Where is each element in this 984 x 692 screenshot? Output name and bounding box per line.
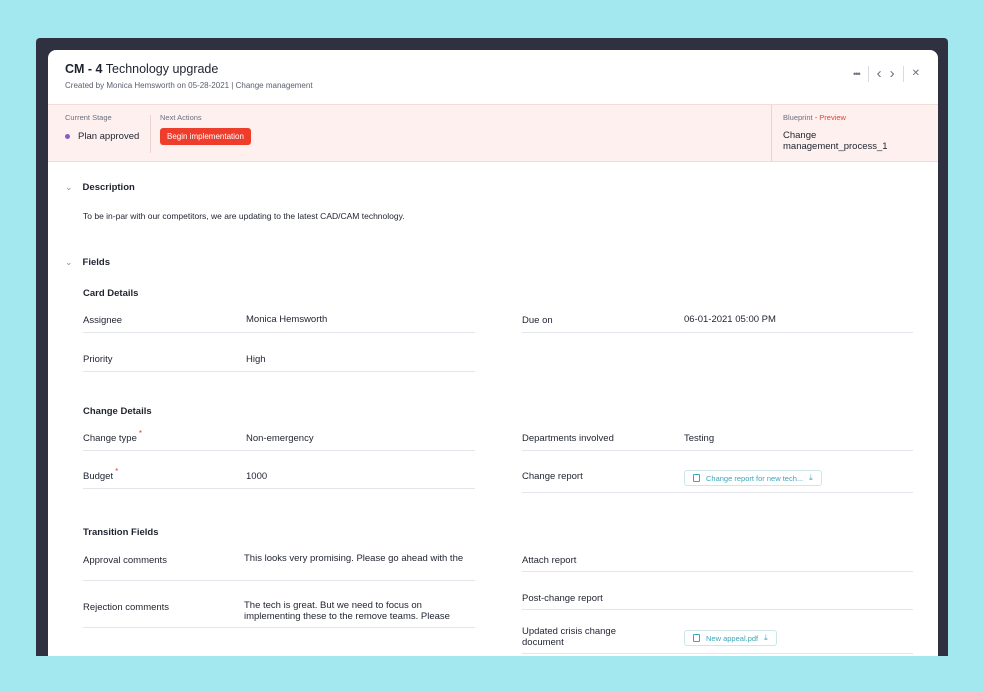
next-card-icon[interactable]: ›	[890, 66, 895, 81]
change-type-label: Change type *	[83, 429, 142, 444]
assignee-label: Assignee	[83, 315, 123, 326]
transition-fields-heading: Transition Fields	[83, 527, 159, 538]
field-underline	[522, 609, 913, 610]
field-underline	[83, 627, 475, 628]
departments-involved-label: Departments involved	[522, 433, 614, 444]
chevron-down-icon[interactable]: ⌄	[65, 257, 73, 268]
change-details-heading: Change Details	[83, 406, 152, 417]
description-heading: Description	[82, 182, 135, 193]
required-mark: *	[115, 467, 119, 476]
current-stage-text: Plan approved	[78, 131, 140, 142]
assignee-value[interactable]: Monica Hemsworth	[246, 314, 327, 325]
current-stage-label: Current Stage	[65, 113, 112, 122]
blueprint-label: Blueprint - Preview	[783, 113, 923, 122]
card-title: CM - 4 Technology upgrade	[65, 62, 218, 76]
card-id: CM - 4	[65, 62, 103, 76]
budget-value[interactable]: 1000	[246, 471, 267, 482]
rejection-comments-label: Rejection comments	[83, 602, 170, 613]
post-change-report-label: Post-change report	[522, 593, 603, 604]
more-options-icon[interactable]: •••	[853, 67, 861, 81]
change-report-file-name[interactable]: Change report for new tech...	[706, 474, 803, 483]
card-details-heading: Card Details	[83, 288, 139, 299]
field-underline	[83, 488, 475, 489]
field-underline	[522, 492, 913, 493]
header-divider	[867, 66, 869, 82]
change-report-label: Change report	[522, 471, 583, 482]
fields-heading: Fields	[82, 257, 110, 268]
field-underline	[83, 450, 475, 451]
close-icon[interactable]: ✕	[912, 67, 920, 81]
due-on-value[interactable]: 06-01-2021 05:00 PM	[684, 314, 776, 325]
card-detail-panel: CM - 4 Technology upgrade Created by Mon…	[48, 50, 938, 656]
next-actions-label: Next Actions	[160, 113, 202, 122]
approval-comments-label: Approval comments	[83, 555, 167, 566]
current-stage: Current Stage Plan approved	[65, 113, 139, 142]
crisis-document-file-chip[interactable]: New appeal.pdf ⤓	[684, 630, 777, 646]
required-mark: *	[138, 429, 142, 438]
download-icon[interactable]: ⤓	[764, 633, 768, 643]
fields-section-header[interactable]: ⌄ Fields	[65, 257, 110, 268]
chevron-down-icon[interactable]: ⌄	[65, 182, 73, 193]
document-icon	[693, 634, 700, 642]
header-actions: ••• ‹ › ✕	[853, 66, 920, 82]
field-underline	[522, 571, 913, 572]
priority-value[interactable]: High	[246, 354, 266, 365]
next-actions: Next Actions Begin implementation	[160, 113, 251, 145]
blueprint-value: Change management_process_1	[783, 130, 888, 152]
card-subtitle: Created by Monica Hemsworth on 05-28-202…	[65, 81, 313, 90]
download-icon[interactable]: ⤓	[809, 473, 813, 483]
due-on-label: Due on	[522, 315, 553, 326]
begin-implementation-button[interactable]: Begin implementation	[160, 128, 251, 145]
field-underline	[83, 580, 475, 581]
updated-crisis-change-document-label: Updated crisis change document	[522, 626, 616, 648]
change-type-value[interactable]: Non-emergency	[246, 433, 314, 444]
previous-card-icon[interactable]: ‹	[877, 66, 882, 81]
blueprint-preview-link[interactable]: - Preview	[815, 113, 846, 122]
attach-report-label: Attach report	[522, 555, 577, 566]
priority-label: Priority	[83, 354, 113, 365]
approval-comments-value[interactable]: This looks very promising. Please go ahe…	[244, 553, 466, 564]
field-underline	[83, 332, 475, 333]
description-section-header[interactable]: ⌄ Description	[65, 182, 135, 193]
budget-label: Budget *	[83, 467, 118, 482]
field-underline	[83, 371, 475, 372]
field-underline	[522, 332, 913, 333]
card-header: CM - 4 Technology upgrade Created by Mon…	[48, 50, 938, 104]
rejection-comments-value[interactable]: The tech is great. But we need to focus …	[244, 600, 474, 623]
blueprint: Blueprint - Preview Change management_pr…	[783, 113, 923, 152]
departments-involved-value[interactable]: Testing	[684, 433, 714, 444]
current-stage-value: Plan approved	[65, 131, 139, 142]
stage-bar: Current Stage Plan approved Next Actions…	[48, 104, 938, 162]
crisis-document-file-name[interactable]: New appeal.pdf	[706, 634, 758, 643]
blueprint-label-text: Blueprint	[783, 113, 813, 122]
change-report-file-chip[interactable]: Change report for new tech... ⤓	[684, 470, 822, 486]
blueprint-divider	[771, 105, 772, 162]
change-type-label-text: Change type	[83, 433, 137, 444]
stage-divider	[150, 115, 151, 153]
header-divider	[902, 66, 904, 82]
description-text: To be in-par with our competitors, we ar…	[83, 211, 405, 221]
field-underline	[522, 653, 913, 654]
card-title-text: Technology upgrade	[105, 62, 219, 76]
stage-dot-icon	[65, 134, 70, 139]
field-underline	[522, 450, 913, 451]
document-icon	[693, 474, 700, 482]
budget-label-text: Budget	[83, 471, 114, 482]
